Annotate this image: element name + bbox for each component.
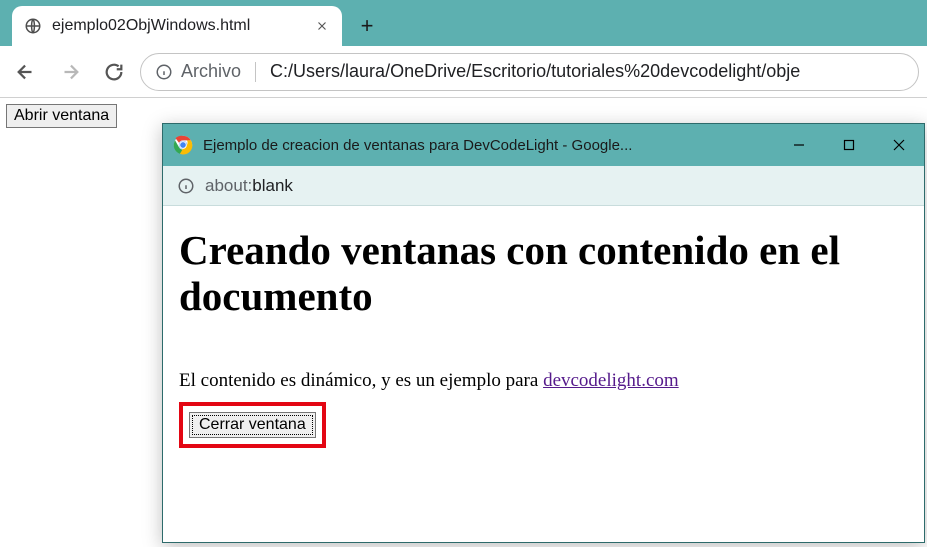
browser-toolbar: Archivo C:/Users/laura/OneDrive/Escritor… bbox=[0, 46, 927, 98]
popup-url-scheme: about: bbox=[205, 176, 252, 195]
address-url: C:/Users/laura/OneDrive/Escritorio/tutor… bbox=[270, 61, 800, 82]
forward-button[interactable] bbox=[52, 54, 88, 90]
site-info-icon[interactable] bbox=[155, 63, 173, 81]
popup-address-bar[interactable]: about:blank bbox=[163, 166, 924, 206]
chrome-icon bbox=[173, 135, 193, 155]
close-window-page-button[interactable]: Cerrar ventana bbox=[189, 412, 316, 438]
tab-strip: ejemplo02ObjWindows.html + bbox=[0, 0, 927, 46]
close-window-button[interactable] bbox=[874, 124, 924, 166]
open-window-button[interactable]: Abrir ventana bbox=[6, 104, 117, 128]
window-controls bbox=[774, 124, 924, 166]
reload-button[interactable] bbox=[96, 54, 132, 90]
tab-title: ejemplo02ObjWindows.html bbox=[52, 17, 304, 35]
popup-url: about:blank bbox=[205, 176, 293, 196]
browser-tab[interactable]: ejemplo02ObjWindows.html bbox=[12, 6, 342, 46]
popup-site-info-icon[interactable] bbox=[177, 177, 195, 195]
close-button-highlight: Cerrar ventana bbox=[179, 402, 326, 448]
popup-paragraph: El contenido es dinámico, y es un ejempl… bbox=[179, 370, 908, 392]
devcodelight-link[interactable]: devcodelight.com bbox=[543, 370, 679, 391]
popup-heading: Creando ventanas con contenido en el doc… bbox=[179, 228, 908, 320]
popup-url-path: blank bbox=[252, 176, 293, 195]
popup-paragraph-text: El contenido es dinámico, y es un ejempl… bbox=[179, 370, 543, 391]
maximize-button[interactable] bbox=[824, 124, 874, 166]
address-bar[interactable]: Archivo C:/Users/laura/OneDrive/Escritor… bbox=[140, 53, 919, 91]
address-separator bbox=[255, 62, 256, 82]
popup-body: Creando ventanas con contenido en el doc… bbox=[163, 206, 924, 542]
globe-icon bbox=[24, 17, 42, 35]
popup-titlebar[interactable]: Ejemplo de creacion de ventanas para Dev… bbox=[163, 124, 924, 166]
address-scheme-label: Archivo bbox=[181, 61, 241, 82]
minimize-button[interactable] bbox=[774, 124, 824, 166]
close-tab-icon[interactable] bbox=[314, 18, 330, 34]
popup-title: Ejemplo de creacion de ventanas para Dev… bbox=[203, 137, 774, 154]
popup-window: Ejemplo de creacion de ventanas para Dev… bbox=[162, 123, 925, 543]
new-tab-button[interactable]: + bbox=[352, 11, 382, 41]
back-button[interactable] bbox=[8, 54, 44, 90]
